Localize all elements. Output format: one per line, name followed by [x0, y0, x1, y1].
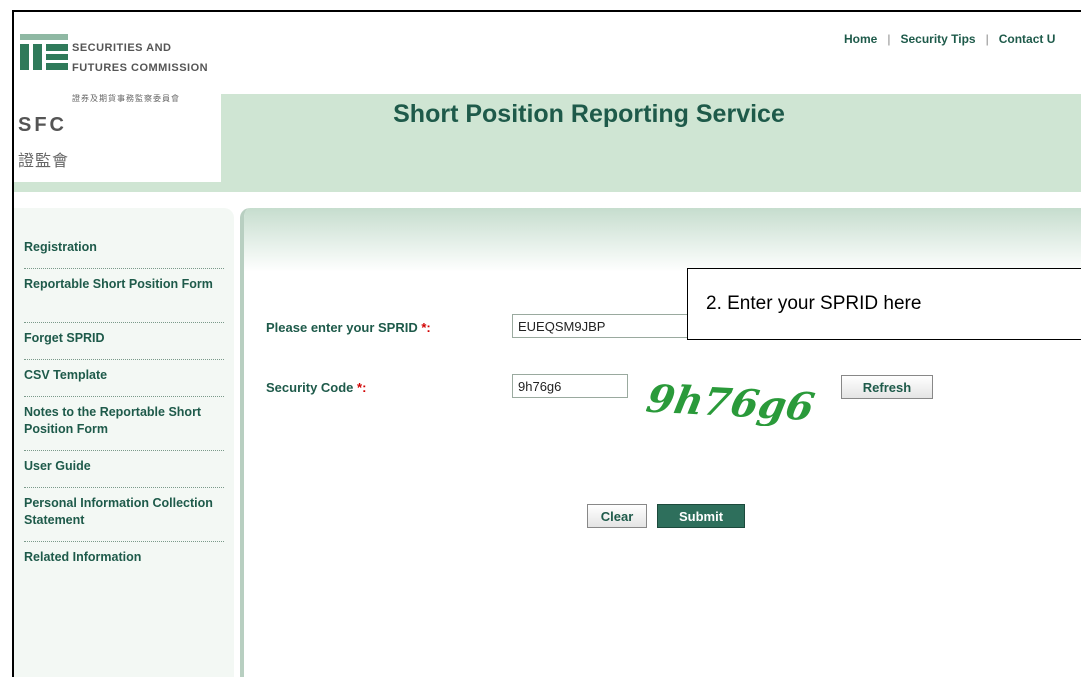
logo-english-line-2: FUTURES COMMISSION: [72, 62, 209, 74]
captcha-image: 9h76g6: [646, 378, 818, 426]
sidebar-divider: [24, 450, 224, 451]
label-colon: :: [426, 320, 431, 335]
required-marker: *:: [357, 380, 366, 395]
sidebar-item-notes[interactable]: Notes to the Reportable Short Position F…: [24, 404, 224, 438]
logo-mark-bar-2: [33, 44, 42, 70]
sidebar-item-user-guide[interactable]: User Guide: [24, 458, 224, 475]
sidebar-divider: [24, 359, 224, 360]
refresh-button[interactable]: Refresh: [841, 375, 933, 399]
logo-chinese-full: 證券及期貨事務監察委員會: [72, 94, 180, 103]
home-link[interactable]: Home: [844, 32, 877, 46]
contact-us-link[interactable]: Contact U: [999, 32, 1056, 46]
logo-mark-bar-3: [46, 44, 68, 51]
security-code-input[interactable]: [512, 374, 628, 398]
logo-mark-bar-top: [20, 34, 68, 40]
instruction-callout: 2. Enter your SPRID here: [687, 268, 1081, 340]
security-code-label-text: Security Code: [266, 380, 354, 395]
logo-english-line-1: SECURITIES AND: [72, 42, 172, 54]
sidebar-divider: [24, 541, 224, 542]
content-header-gradient: [244, 208, 1081, 272]
callout-text: 2. Enter your SPRID here: [706, 293, 922, 314]
logo-abbreviation: SFC: [18, 114, 67, 136]
clear-button[interactable]: Clear: [587, 504, 647, 528]
sprid-label-text: Please enter your SPRID: [266, 320, 418, 335]
submit-button[interactable]: Submit: [657, 504, 745, 528]
browser-page: SECURITIES AND FUTURES COMMISSION 證券及期貨事…: [12, 10, 1081, 677]
sidebar: Registration Reportable Short Position F…: [14, 208, 234, 677]
sidebar-item-csv-template[interactable]: CSV Template: [24, 367, 224, 384]
sidebar-item-registration[interactable]: Registration: [24, 239, 224, 256]
sidebar-divider: [24, 396, 224, 397]
label-colon: :: [362, 380, 367, 395]
logo-mark-bar-5: [46, 63, 68, 70]
security-code-label: Security Code *:: [266, 380, 366, 395]
logo-mark-bar-1: [20, 44, 29, 70]
top-nav-links: Home | Security Tips | Contact U: [844, 32, 1055, 46]
logo-mark-bar-4: [46, 54, 68, 60]
sidebar-divider: [24, 268, 224, 269]
nav-separator: |: [887, 32, 891, 46]
sidebar-item-personal-information[interactable]: Personal Information Collection Statemen…: [24, 495, 224, 529]
security-tips-link[interactable]: Security Tips: [900, 32, 975, 46]
sidebar-item-related-information[interactable]: Related Information: [24, 549, 224, 566]
sidebar-divider: [24, 322, 224, 323]
sprid-label: Please enter your SPRID *:: [266, 320, 431, 335]
sidebar-item-reportable-short-position-form[interactable]: Reportable Short Position Form: [24, 276, 224, 293]
sidebar-item-forget-sprid[interactable]: Forget SPRID: [24, 330, 224, 347]
sfc-logo[interactable]: SECURITIES AND FUTURES COMMISSION 證券及期貨事…: [14, 12, 221, 182]
logo-chinese-short: 證監會: [18, 153, 70, 170]
site-title: Short Position Reporting Service: [393, 100, 785, 128]
nav-separator: |: [985, 32, 989, 46]
required-marker: *:: [421, 320, 430, 335]
captcha-text: 9h76g6: [646, 378, 818, 426]
sidebar-divider: [24, 487, 224, 488]
